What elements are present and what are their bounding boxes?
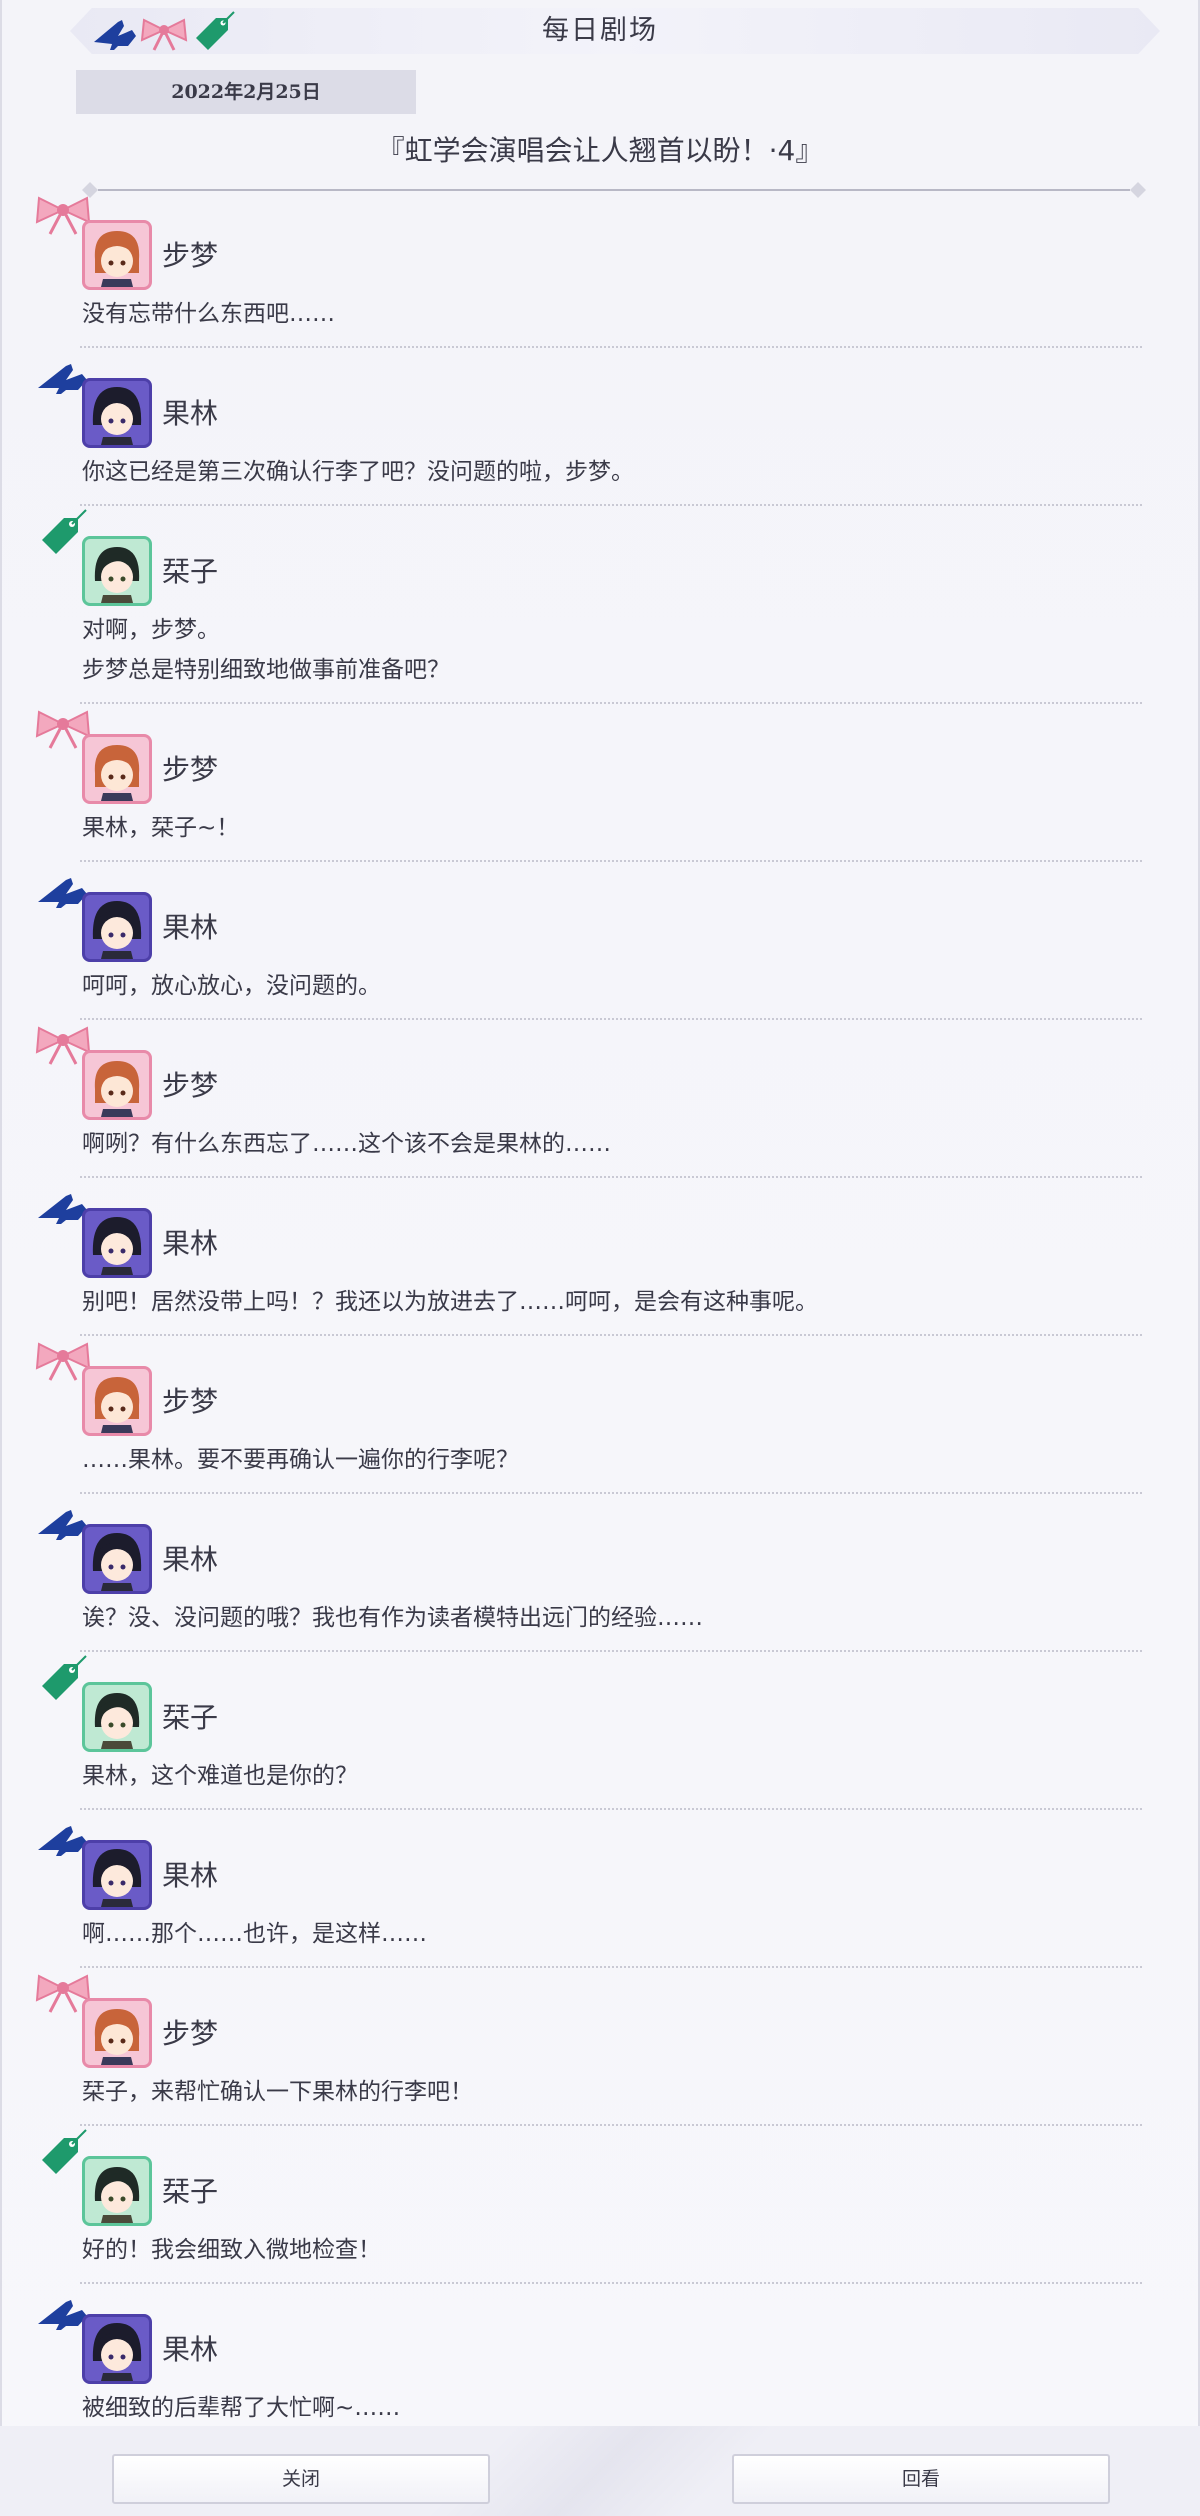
dialogue-text: 诶？没、没问题的哦？我也有作为读者模特出远门的经验……	[80, 1580, 1142, 1650]
dialogue-text: 对啊，步梦。步梦总是特别细致地做事前准备吧？	[80, 592, 1142, 702]
dialogue-entry: 果林被细致的后辈帮了大忙啊~……	[38, 2284, 1142, 2442]
dialogue-line: 诶？没、没问题的哦？我也有作为读者模特出远门的经验……	[82, 1605, 703, 1631]
avatar	[82, 892, 152, 962]
avatar	[82, 1998, 152, 2068]
dialogue-entry: 步梦果林，栞子~！	[35, 704, 1142, 862]
replay-button[interactable]: 回看	[732, 2454, 1110, 2504]
dialogue-line: 啊咧？有什么东西忘了……这个该不会是果林的……	[82, 1131, 611, 1157]
entry-header: 果林	[38, 1810, 1142, 1910]
dialogue-entry: 果林诶？没、没问题的哦？我也有作为读者模特出远门的经验……	[38, 1494, 1142, 1652]
entry-header: 果林	[38, 1178, 1142, 1278]
entry-header: 栞子	[42, 506, 1142, 606]
entry-header: 果林	[38, 862, 1142, 962]
speaker-name: 步梦	[162, 239, 219, 272]
entry-header: 步梦	[35, 1336, 1142, 1436]
avatar	[82, 1524, 152, 1594]
avatar	[82, 1050, 152, 1120]
entry-header: 步梦	[35, 1020, 1142, 1120]
dialogue-entry: 步梦 ……果林。要不要再确认一遍你的行李呢？	[35, 1336, 1142, 1494]
avatar	[82, 1366, 152, 1436]
dialogue-line: 别吧！居然没带上吗！？我还以为放进去了……呵呵，是会有这种事呢。	[82, 1289, 818, 1315]
entry-header: 栞子	[42, 1652, 1142, 1752]
dialogue-entry: 栞子好的！我会细致入微地检查！	[42, 2126, 1142, 2284]
speaker-name: 果林	[162, 1543, 219, 1576]
entry-header: 果林	[38, 348, 1142, 448]
avatar	[82, 1682, 152, 1752]
dialogue-text: 果林，栞子~！	[80, 790, 1142, 860]
speaker-name: 果林	[162, 1227, 219, 1260]
avatar	[82, 2156, 152, 2226]
episode-title: 『虹学会演唱会让人翘首以盼！·4』	[376, 134, 824, 167]
speaker-name: 果林	[162, 1859, 219, 1892]
speaker-name: 果林	[162, 2333, 219, 2366]
speaker-name: 果林	[162, 397, 219, 430]
dialogue-entry: 栞子果林，这个难道也是你的？	[42, 1652, 1142, 1810]
dialogue-text: 啊……那个……也许，是这样……	[80, 1896, 1142, 1966]
dialogue-entry: 果林啊……那个……也许，是这样……	[38, 1810, 1142, 1968]
dialogue-text: ……果林。要不要再确认一遍你的行李呢？	[80, 1422, 1142, 1492]
avatar	[82, 536, 152, 606]
dialogue-text: 啊咧？有什么东西忘了……这个该不会是果林的……	[80, 1106, 1142, 1176]
dialogue-text: 呵呵，放心放心，没问题的。	[80, 948, 1142, 1018]
entry-header: 步梦	[35, 704, 1142, 804]
speaker-name: 栞子	[162, 555, 219, 588]
page-title: 每日剧场	[542, 15, 658, 46]
dialogue-line: 果林，这个难道也是你的？	[82, 1763, 358, 1789]
entry-header: 步梦	[35, 190, 1142, 290]
dialogue-line: 呵呵，放心放心，没问题的。	[82, 973, 381, 999]
dialogue-text: 别吧！居然没带上吗！？我还以为放进去了……呵呵，是会有这种事呢。	[80, 1264, 1142, 1334]
entry-header: 步梦	[35, 1968, 1142, 2068]
dialogue-line: 对啊，步梦。	[82, 617, 220, 643]
close-button[interactable]: 关闭	[112, 2454, 490, 2504]
speaker-name: 步梦	[162, 1069, 219, 1102]
avatar	[82, 734, 152, 804]
dialogue-line: 被细致的后辈帮了大忙啊~……	[82, 2395, 401, 2421]
dialogue-text: 你这已经是第三次确认行李了吧？没问题的啦，步梦。	[80, 434, 1142, 504]
avatar	[82, 1840, 152, 1910]
dialogue-text: 好的！我会细致入微地检查！	[80, 2212, 1142, 2282]
dialogue-entry: 步梦啊咧？有什么东西忘了……这个该不会是果林的……	[35, 1020, 1142, 1178]
avatar	[82, 1208, 152, 1278]
dialogue-line: 步梦总是特别细致地做事前准备吧？	[82, 657, 450, 683]
dialogue-line: 好的！我会细致入微地检查！	[82, 2237, 381, 2263]
avatar	[82, 2314, 152, 2384]
dialogue-text: 没有忘带什么东西吧……	[80, 276, 1142, 346]
avatar	[82, 378, 152, 448]
dialogue-entry: 果林呵呵，放心放心，没问题的。	[38, 862, 1142, 1020]
dialogue-entry: 栞子对啊，步梦。步梦总是特别细致地做事前准备吧？	[42, 506, 1142, 704]
dialogue-entry: 步梦没有忘带什么东西吧……	[35, 190, 1142, 348]
speaker-name: 栞子	[162, 1701, 219, 1734]
dialogue-line: ……果林。要不要再确认一遍你的行李呢？	[82, 1447, 519, 1473]
dialogue-entry: 果林你这已经是第三次确认行李了吧？没问题的啦，步梦。	[38, 348, 1142, 506]
speaker-name: 步梦	[162, 753, 219, 786]
dialogue-line: 果林，栞子~！	[82, 815, 240, 841]
dialogue-log[interactable]: 步梦 没有忘带什么东西吧…… 果林 你这已经是第三次确认行李了吧？没问题的啦，步梦。栞…	[0, 190, 1200, 2442]
speaker-name: 栞子	[162, 2175, 219, 2208]
dialogue-text: 果林，这个难道也是你的？	[80, 1738, 1142, 1808]
dialogue-entry: 果林别吧！居然没带上吗！？我还以为放进去了……呵呵，是会有这种事呢。	[38, 1178, 1142, 1336]
speaker-name: 步梦	[162, 2017, 219, 2050]
dialogue-line: 你这已经是第三次确认行李了吧？没问题的啦，步梦。	[82, 459, 634, 485]
entry-header: 果林	[38, 2284, 1142, 2384]
dialogue-line: 栞子，来帮忙确认一下果林的行李吧！	[82, 2079, 473, 2105]
speaker-name: 果林	[162, 911, 219, 944]
date-label: 2022年2月25日	[76, 70, 416, 114]
dialogue-text: 栞子，来帮忙确认一下果林的行李吧！	[80, 2054, 1142, 2124]
speaker-name: 步梦	[162, 1385, 219, 1418]
dialogue-entry: 步梦栞子，来帮忙确认一下果林的行李吧！	[35, 1968, 1142, 2126]
dialogue-line: 没有忘带什么东西吧……	[82, 301, 335, 327]
entry-header: 果林	[38, 1494, 1142, 1594]
dialogue-line: 啊……那个……也许，是这样……	[82, 1921, 427, 1947]
entry-header: 栞子	[42, 2126, 1142, 2226]
avatar	[82, 220, 152, 290]
